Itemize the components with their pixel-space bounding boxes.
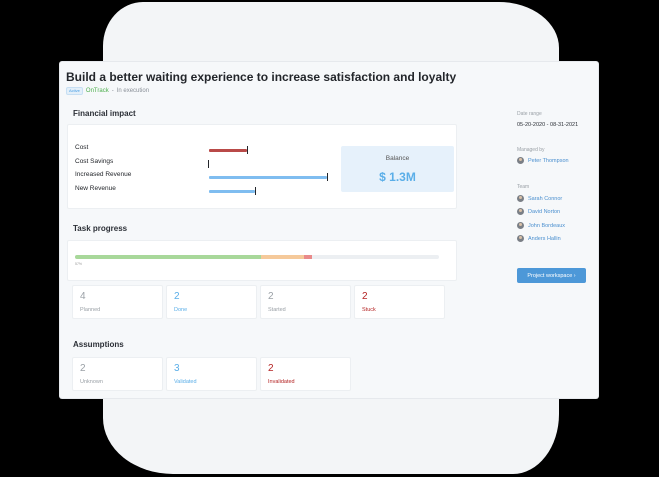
assumption-stat-unknown[interactable]: 2 Unknown [72,357,163,391]
progress-segment-started [260,255,305,259]
avatar [517,208,524,215]
date-range-value: 05-20-2020 - 08-31-2021 [517,122,579,128]
team-member[interactable]: Sarah Connor [517,195,562,202]
avatar [517,195,524,202]
financial-impact-heading: Financial impact [73,109,136,118]
assumption-stat-label: Unknown [80,379,103,385]
increased-revenue-bar [209,176,327,179]
assumption-stat-value: 2 [268,363,274,374]
date-range-label: Date range [517,111,542,117]
assumption-stat-value: 2 [80,363,86,374]
team-member-name: Anders Hallin [528,235,561,242]
task-stat-value: 2 [268,291,274,302]
financial-panel: Cost Cost Savings Increased Revenue New … [67,124,457,209]
balance-box: Balance $ 1.3M [341,146,454,192]
task-stat-done[interactable]: 2 Done [166,285,257,319]
manager[interactable]: Peter Thompson [517,157,569,164]
cost-bar-end [247,146,248,154]
task-stat-value: 2 [174,291,180,302]
project-workspace-button[interactable]: Project workspace › [517,268,586,283]
team-member-name: Sarah Connor [528,195,563,202]
task-stat-stuck[interactable]: 2 Stuck [354,285,445,319]
avatar [517,222,524,229]
task-stat-started[interactable]: 2 Started [260,285,351,319]
team-member-name: David Norton [528,208,561,215]
assumption-stat-value: 3 [174,363,180,374]
task-stat-label: Planned [80,307,101,313]
task-stat-value: 2 [362,291,368,302]
progress-bar [75,255,439,259]
task-stat-planned[interactable]: 4 Planned [72,285,163,319]
progress-percent: 57% [75,262,83,266]
assumption-stat-invalidated[interactable]: 2 Invalidated [260,357,351,391]
team-member-name: John Bordeaux [528,222,565,229]
managed-by-label: Managed by [517,147,545,153]
status-line: Active OnTrack - In execution [66,87,149,95]
task-stat-label: Started [268,307,286,313]
avatar [517,235,524,242]
balance-value: $ 1.3M [379,170,416,184]
execution-status: In execution [116,88,150,94]
project-card: Build a better waiting experience to inc… [60,62,598,398]
team-member[interactable]: Anders Hallin [517,235,561,242]
team-member[interactable]: David Norton [517,208,560,215]
cost-savings-label: Cost Savings [75,158,114,165]
assumption-stat-validated[interactable]: 3 Validated [166,357,257,391]
status-badge: Active [66,87,83,95]
new-revenue-bar [209,190,255,193]
cost-label: Cost [75,144,89,151]
assumption-stat-label: Validated [174,379,197,385]
team-label: Team [517,184,530,190]
new-revenue-label: New Revenue [75,185,116,192]
task-progress-panel: 57% [67,240,457,281]
page-title: Build a better waiting experience to inc… [66,70,457,84]
assumption-stat-label: Invalidated [268,379,295,385]
team-member[interactable]: John Bordeaux [517,222,565,229]
task-stat-value: 4 [80,291,86,302]
task-progress-heading: Task progress [73,224,128,233]
task-stat-label: Stuck [362,307,376,313]
new-revenue-bar-end [255,187,256,195]
cost-bar [209,149,247,152]
assumptions-heading: Assumptions [73,340,124,349]
progress-segment-stuck [304,255,312,259]
ontrack-status: OnTrack [85,88,109,94]
balance-label: Balance [385,155,410,162]
increased-revenue-bar-end [327,173,328,181]
increased-revenue-label: Increased Revenue [75,171,132,178]
progress-segment-done [75,255,261,259]
cost-savings-marker [208,160,209,168]
manager-name: Peter Thompson [528,157,569,164]
task-stat-label: Done [174,307,188,313]
avatar [517,157,524,164]
status-separator: - [111,88,114,94]
